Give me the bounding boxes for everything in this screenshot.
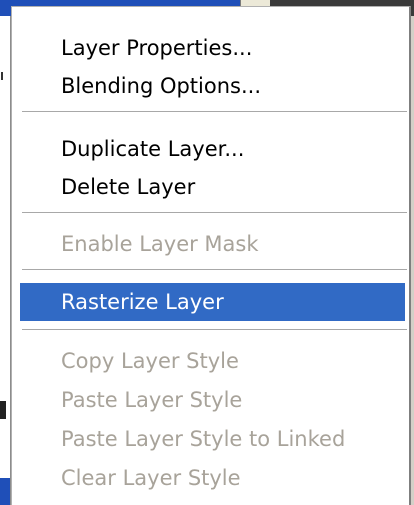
background-layers-panel-edge	[0, 16, 11, 505]
menu-separator	[22, 269, 407, 271]
menu-item-copy-layer-style[interactable]: Copy Layer Style	[20, 342, 405, 380]
menu-item-layer-properties[interactable]: Layer Properties...	[20, 29, 405, 67]
menu-item-enable-layer-mask[interactable]: Enable Layer Mask	[20, 225, 405, 263]
background-selected-layer	[0, 478, 10, 505]
menu-item-clear-layer-style[interactable]: Clear Layer Style	[20, 459, 405, 497]
background-glyph	[1, 72, 8, 80]
menu-item-paste-layer-style-to-linked[interactable]: Paste Layer Style to Linked	[20, 420, 405, 458]
menu-separator	[22, 329, 407, 331]
menu-item-delete-layer[interactable]: Delete Layer	[20, 168, 405, 206]
menu-item-paste-layer-style[interactable]: Paste Layer Style	[20, 381, 405, 419]
menu-item-duplicate-layer[interactable]: Duplicate Layer...	[20, 130, 405, 168]
layer-context-menu: Layer Properties... Blending Options... …	[11, 6, 411, 505]
menu-separator	[22, 212, 407, 214]
screen: Layer Properties... Blending Options... …	[0, 0, 414, 505]
menu-item-blending-options[interactable]: Blending Options...	[20, 67, 405, 105]
menu-separator	[22, 111, 407, 113]
background-glyph	[0, 401, 6, 419]
menu-item-rasterize-layer[interactable]: Rasterize Layer	[20, 283, 405, 321]
